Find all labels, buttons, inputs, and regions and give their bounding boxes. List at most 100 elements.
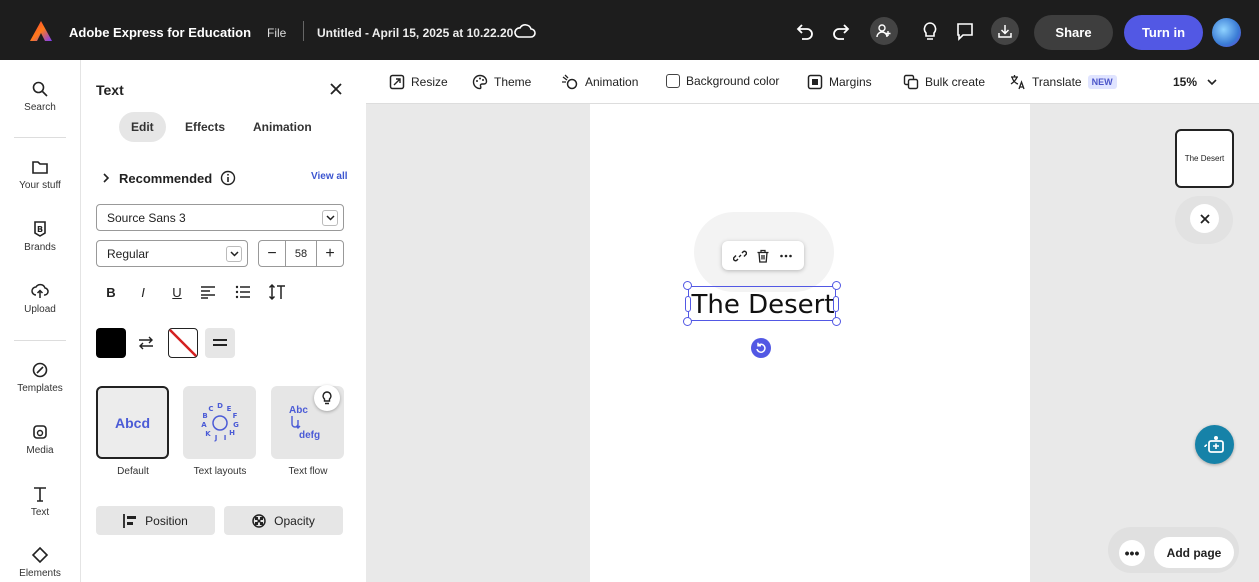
animation-icon: [562, 74, 578, 90]
rail-item-templates[interactable]: Templates: [0, 361, 80, 394]
info-icon[interactable]: [220, 170, 236, 186]
font-family-select[interactable]: Source Sans 3: [96, 204, 344, 231]
comment-icon[interactable]: [954, 20, 976, 42]
position-icon: [123, 513, 137, 528]
context-toolbar: [722, 241, 804, 270]
align-left-button[interactable]: [198, 282, 218, 302]
svg-text:B: B: [37, 225, 43, 234]
resize-handle[interactable]: [683, 317, 692, 326]
file-menu[interactable]: File: [267, 26, 286, 40]
text-color-swatch[interactable]: [96, 328, 126, 358]
zoom-select[interactable]: 15%: [1173, 75, 1217, 89]
swap-icon: [139, 336, 153, 350]
more-icon[interactable]: [779, 249, 793, 263]
document-title[interactable]: Untitled - April 15, 2025 at 10.22.20: [317, 26, 513, 40]
italic-button[interactable]: I: [133, 282, 153, 302]
more-options-button[interactable]: •••: [1119, 540, 1145, 566]
add-page-button[interactable]: Add page: [1154, 537, 1234, 568]
resize-handle[interactable]: [832, 281, 841, 290]
margins-icon: [807, 74, 823, 90]
opacity-label: Opacity: [274, 513, 315, 528]
rail-item-elements[interactable]: Elements: [0, 546, 80, 579]
increase-font-size-button[interactable]: +: [317, 241, 343, 266]
view-all-link[interactable]: View all: [311, 171, 348, 182]
margins-button[interactable]: Margins: [807, 74, 872, 90]
rail-item-label: Brands: [24, 242, 56, 253]
svg-text:F: F: [232, 412, 237, 420]
download-button[interactable]: [991, 17, 1019, 45]
svg-text:I: I: [223, 434, 226, 442]
card-label: Text layouts: [193, 466, 247, 477]
trash-icon[interactable]: [756, 249, 770, 263]
bulk-create-button[interactable]: Bulk create: [903, 74, 985, 90]
no-color-icon: [169, 329, 197, 357]
add-collaborator-button[interactable]: [870, 17, 898, 45]
tab-edit[interactable]: Edit: [119, 112, 166, 142]
design-page[interactable]: The Desert: [590, 104, 1030, 582]
selected-text-box[interactable]: The Desert: [683, 281, 841, 326]
panel-title: Text: [96, 82, 124, 98]
background-color-label: Background color: [686, 74, 780, 88]
text-style-card-default[interactable]: Abcd: [96, 386, 169, 459]
spacing-button[interactable]: [267, 282, 287, 302]
animation-button[interactable]: Animation: [561, 74, 638, 90]
page-thumbnail[interactable]: The Desert: [1175, 129, 1234, 188]
rotate-handle[interactable]: [751, 338, 771, 358]
link-icon[interactable]: [732, 249, 747, 263]
margins-label: Margins: [829, 75, 872, 89]
chevron-down-icon: [1207, 78, 1217, 85]
rail-item-text[interactable]: Text: [0, 485, 80, 518]
bulk-create-label: Bulk create: [925, 75, 986, 89]
rail-item-brands[interactable]: B Brands: [0, 220, 80, 253]
resize-button[interactable]: Resize: [389, 74, 448, 90]
assistant-button[interactable]: [1195, 425, 1234, 464]
redo-icon[interactable]: [830, 20, 852, 42]
folder-icon: [32, 161, 48, 174]
canvas-text[interactable]: The Desert: [689, 287, 837, 322]
chevron-down-icon: [322, 210, 338, 226]
opacity-button[interactable]: Opacity: [224, 506, 343, 535]
close-icon[interactable]: [328, 81, 344, 97]
left-rail: Search Your stuff B Brands Upload Templa…: [0, 60, 80, 582]
tab-effects[interactable]: Effects: [173, 112, 237, 142]
circular-text-icon: D EFGHIJKABC: [201, 402, 239, 442]
avatar[interactable]: [1212, 18, 1241, 47]
position-button[interactable]: Position: [96, 506, 215, 535]
tab-animation[interactable]: Animation: [241, 112, 324, 142]
translate-button[interactable]: Translate NEW: [1010, 74, 1117, 90]
rail-item-media[interactable]: Media: [0, 423, 80, 456]
rail-item-upload[interactable]: Upload: [0, 282, 80, 315]
underline-button[interactable]: U: [167, 282, 187, 302]
rail-item-your-stuff[interactable]: Your stuff: [0, 158, 80, 191]
resize-handle[interactable]: [832, 317, 841, 326]
swap-colors-button[interactable]: [136, 333, 156, 353]
font-size-input[interactable]: 58: [285, 241, 317, 266]
text-style-card-layouts[interactable]: DEFGHIJKABC: [183, 386, 256, 459]
list-button[interactable]: [233, 282, 253, 302]
highlight-style-button[interactable]: [205, 328, 235, 358]
close-thumbnails-button[interactable]: [1190, 204, 1219, 233]
theme-button[interactable]: Theme: [472, 74, 531, 90]
background-color-swatch[interactable]: [168, 328, 198, 358]
resize-handle[interactable]: [683, 281, 692, 290]
lightbulb-icon[interactable]: [919, 20, 941, 42]
cloud-icon[interactable]: [514, 22, 536, 40]
rail-item-label: Text: [30, 507, 50, 518]
tip-button[interactable]: [314, 385, 340, 411]
adobe-express-logo-icon[interactable]: [30, 21, 52, 41]
undo-icon[interactable]: [794, 20, 816, 42]
side-handle[interactable]: [685, 296, 691, 312]
font-weight-select[interactable]: Regular: [96, 240, 248, 267]
rail-item-search[interactable]: Search: [0, 80, 80, 113]
svg-text:B: B: [202, 412, 207, 420]
chevron-down-icon: [226, 246, 242, 262]
turn-in-button[interactable]: Turn in: [1124, 15, 1203, 50]
recommended-toggle[interactable]: Recommended: [101, 170, 236, 186]
decrease-font-size-button[interactable]: −: [259, 241, 285, 266]
font-family-value: Source Sans 3: [107, 210, 186, 225]
background-color-button[interactable]: Background color: [666, 74, 779, 88]
rail-item-label: Media: [26, 445, 54, 456]
share-button[interactable]: Share: [1034, 15, 1113, 50]
bold-button[interactable]: B: [101, 282, 121, 302]
side-handle[interactable]: [833, 296, 839, 312]
